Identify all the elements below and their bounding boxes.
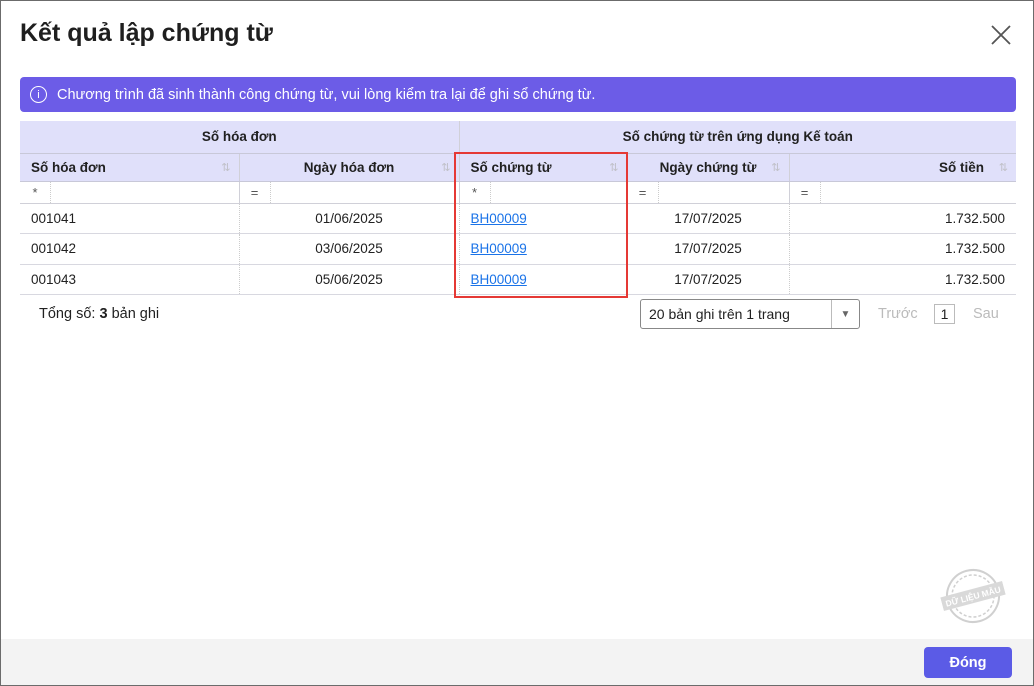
svg-text:DỮ LIỆU MẪU: DỮ LIỆU MẪU	[944, 583, 1002, 608]
prev-page-button[interactable]: Trước	[878, 306, 918, 322]
col-invoice-date[interactable]: Ngày hóa đơn ⇅	[239, 153, 460, 182]
table-row: 001041 01/06/2025 BH00009 17/07/2025 1.732.5…	[20, 203, 1016, 234]
voucher-link[interactable]: BH00009	[471, 211, 527, 226]
sort-icon: ⇅	[221, 161, 231, 174]
next-page-button[interactable]: Sau	[973, 306, 999, 322]
info-icon: i	[30, 86, 47, 103]
sort-icon: ⇅	[609, 161, 619, 174]
sort-icon: ⇅	[998, 161, 1008, 174]
filter-voucher-no[interactable]: *	[459, 181, 628, 204]
success-banner: i Chương trình đã sinh thành công chứng t…	[20, 77, 1016, 112]
close-icon[interactable]	[989, 23, 1013, 47]
close-button[interactable]: Đóng	[924, 647, 1012, 678]
col-voucher-date[interactable]: Ngày chứng từ ⇅	[627, 153, 790, 182]
dialog-title: Kết quả lập chứng từ	[20, 19, 273, 47]
filter-invoice-date[interactable]: =	[239, 181, 460, 204]
voucher-link[interactable]: BH00009	[471, 272, 527, 287]
total-records: Tổng số: 3 bản ghi	[39, 306, 160, 322]
table-row: 001042 03/06/2025 BH00009 17/07/2025 1.732.5…	[20, 233, 1016, 265]
filter-invoice-no[interactable]: *	[20, 181, 240, 204]
current-page[interactable]: 1	[934, 304, 955, 324]
filter-voucher-date[interactable]: =	[627, 181, 790, 204]
sample-data-watermark: DỮ LIỆU MẪU	[940, 569, 1006, 623]
page-size-select[interactable]: 20 bản ghi trên 1 trang ▼	[640, 299, 860, 329]
col-invoice-no[interactable]: Số hóa đơn ⇅	[20, 153, 240, 182]
group-header-voucher: Số chứng từ trên ứng dụng Kế toán	[459, 121, 1016, 154]
banner-text: Chương trình đã sinh thành công chứng từ…	[57, 86, 596, 103]
dialog-footer	[1, 639, 1033, 685]
filter-amount[interactable]: =	[789, 181, 1016, 204]
table-row: 001043 05/06/2025 BH00009 17/07/2025 1.732.5…	[20, 264, 1016, 295]
chevron-down-icon[interactable]: ▼	[831, 300, 859, 328]
voucher-link[interactable]: BH00009	[471, 241, 527, 256]
sort-icon: ⇅	[771, 161, 781, 174]
col-amount[interactable]: Số tiền ⇅	[789, 153, 1016, 182]
result-table: Số hóa đơn Số chứng từ trên ứng dụng Kế t…	[20, 121, 1016, 295]
sort-icon: ⇅	[441, 161, 451, 174]
result-dialog: Kết quả lập chứng từ i Chương trình đã si…	[0, 0, 1034, 686]
group-header-invoice: Số hóa đơn	[20, 121, 460, 154]
col-voucher-no[interactable]: Số chứng từ ⇅	[459, 153, 628, 182]
